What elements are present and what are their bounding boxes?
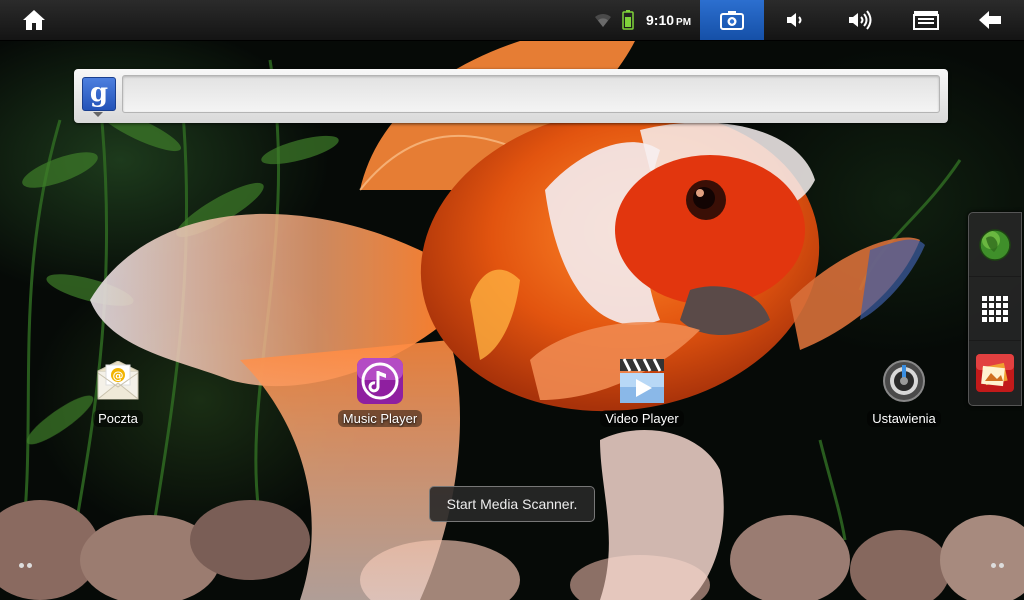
page-indicator-right[interactable] (991, 563, 1004, 568)
status-clock: 9:10 PM (646, 0, 691, 40)
volume-up-icon (849, 10, 872, 30)
volume-down-icon (787, 13, 802, 27)
dock-gallery[interactable] (969, 341, 1021, 405)
toast-message: Start Media Scanner. (429, 486, 595, 522)
battery-indicator (619, 0, 637, 40)
search-input[interactable] (122, 75, 940, 113)
clock-time: 9:10 (646, 12, 675, 28)
gallery-icon (976, 354, 1014, 392)
google-logo: g (89, 78, 109, 108)
music-icon (357, 358, 403, 404)
app-grid-icon (982, 295, 1008, 322)
video-icon (620, 358, 664, 403)
app-video-player[interactable]: Video Player (587, 356, 697, 427)
browser-globe-icon (979, 228, 1011, 261)
dock-all-apps[interactable] (969, 277, 1021, 341)
menu-button[interactable] (905, 0, 947, 40)
app-label: Poczta (93, 410, 143, 427)
back-button[interactable] (970, 0, 1010, 40)
camera-icon (720, 11, 744, 30)
app-poczta[interactable]: @ Poczta (63, 356, 173, 427)
dock-browser[interactable] (969, 213, 1021, 277)
home-button[interactable] (14, 0, 54, 40)
app-ustawienia[interactable]: Ustawienia (849, 356, 959, 427)
status-bar: 9:10 PM (0, 0, 1024, 41)
battery-icon (622, 10, 634, 30)
screenshot-button[interactable] (700, 0, 764, 40)
page-indicator-left[interactable] (19, 563, 32, 568)
volume-up-button[interactable] (840, 0, 880, 40)
google-search-widget: g (74, 69, 948, 123)
wifi-indicator (592, 0, 614, 40)
clock-ampm: PM (676, 17, 692, 28)
home-icon (23, 10, 45, 30)
back-icon (979, 11, 1001, 29)
search-engine-caret-icon[interactable] (93, 112, 103, 117)
google-search-button[interactable]: g (82, 77, 116, 111)
settings-icon (883, 360, 925, 402)
right-dock (968, 212, 1022, 406)
app-music-player[interactable]: Music Player (325, 356, 435, 427)
mail-icon: @ (97, 361, 139, 400)
svg-text:@: @ (113, 369, 124, 382)
app-label: Ustawienia (867, 410, 941, 427)
app-label: Video Player (600, 410, 684, 427)
app-label: Music Player (337, 410, 423, 427)
menu-icon (913, 11, 939, 30)
wifi-icon (595, 13, 611, 27)
volume-down-button[interactable] (776, 0, 816, 40)
